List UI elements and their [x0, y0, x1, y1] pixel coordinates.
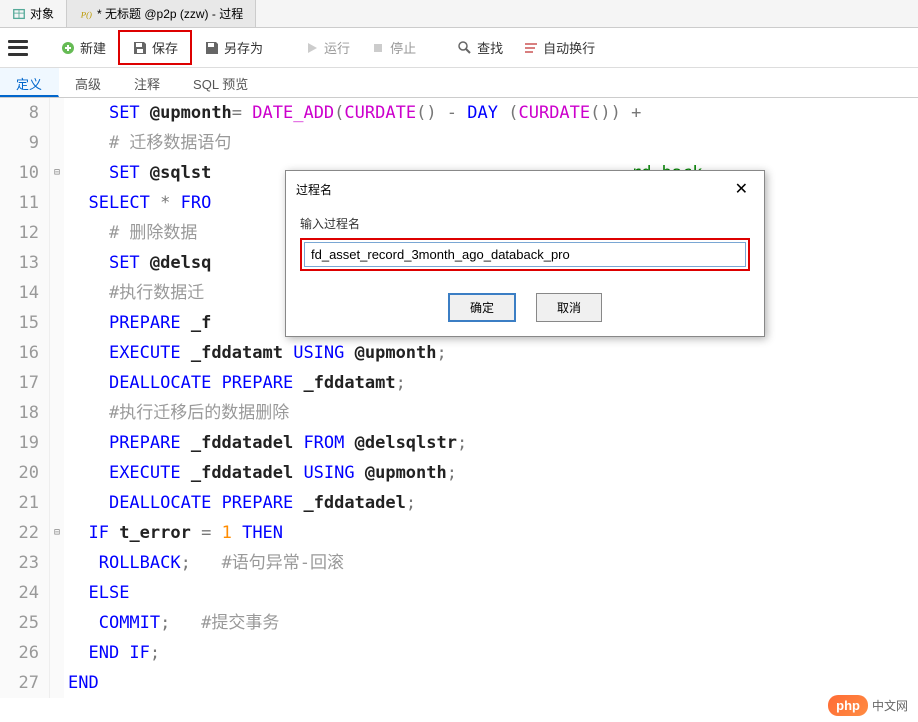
tab-label: * 无标题 @p2p (zzw) - 过程 — [97, 5, 243, 22]
search-icon — [457, 40, 473, 56]
wrap-icon — [523, 40, 539, 56]
tab-current[interactable]: P() * 无标题 @p2p (zzw) - 过程 — [67, 0, 256, 27]
procedure-name-input[interactable] — [304, 242, 746, 267]
new-button[interactable]: 新建 — [52, 34, 114, 61]
svg-text:P(): P() — [80, 9, 92, 19]
toolbar: 新建 保存 另存为 运行 停止 查找 自动换行 — [0, 28, 918, 68]
wrap-button[interactable]: 自动换行 — [515, 34, 603, 61]
new-label: 新建 — [80, 38, 106, 57]
subtab-advanced[interactable]: 高级 — [59, 68, 118, 97]
subtab-definition[interactable]: 定义 — [0, 68, 59, 97]
subtab-sql-preview[interactable]: SQL 预览 — [177, 68, 265, 97]
procedure-icon: P() — [79, 7, 93, 21]
save-label: 保存 — [152, 38, 178, 57]
watermark-text: 中文网 — [872, 697, 908, 714]
stop-button[interactable]: 停止 — [362, 34, 424, 61]
watermark-logo: php — [828, 695, 868, 716]
dialog-titlebar: 过程名 ✕ — [286, 171, 764, 207]
wrap-label: 自动换行 — [543, 38, 595, 57]
save-icon — [132, 40, 148, 56]
ok-button[interactable]: 确定 — [448, 293, 516, 322]
run-icon — [304, 40, 320, 56]
tab-objects[interactable]: 对象 — [0, 0, 67, 27]
new-icon — [60, 40, 76, 56]
fold-column: ⊟⊟ — [50, 98, 64, 698]
cancel-button[interactable]: 取消 — [536, 293, 602, 322]
separator — [436, 38, 437, 58]
save-as-button[interactable]: 另存为 — [196, 34, 271, 61]
save-button[interactable]: 保存 — [124, 34, 186, 61]
line-number-gutter: 89101112131415161718192021222324252627 — [0, 98, 50, 698]
stop-icon — [370, 40, 386, 56]
save-highlight-box: 保存 — [118, 30, 192, 65]
close-icon[interactable]: ✕ — [729, 179, 754, 199]
dialog-title-text: 过程名 — [296, 181, 332, 198]
sub-tab-bar: 定义 高级 注释 SQL 预览 — [0, 68, 918, 98]
save-as-label: 另存为 — [224, 38, 263, 57]
top-tab-bar: 对象 P() * 无标题 @p2p (zzw) - 过程 — [0, 0, 918, 28]
find-label: 查找 — [477, 38, 503, 57]
tab-label: 对象 — [30, 5, 54, 22]
dialog-buttons: 确定 取消 — [286, 283, 764, 336]
find-button[interactable]: 查找 — [449, 34, 511, 61]
run-label: 运行 — [324, 38, 350, 57]
table-icon — [12, 7, 26, 21]
dialog-label: 输入过程名 — [300, 215, 750, 232]
watermark: php 中文网 — [828, 695, 908, 716]
run-button[interactable]: 运行 — [296, 34, 358, 61]
stop-label: 停止 — [390, 38, 416, 57]
separator — [283, 38, 284, 58]
subtab-comment[interactable]: 注释 — [118, 68, 177, 97]
save-as-icon — [204, 40, 220, 56]
dialog-body: 输入过程名 — [286, 207, 764, 283]
input-highlight-box — [300, 238, 750, 271]
procedure-name-dialog: 过程名 ✕ 输入过程名 确定 取消 — [285, 170, 765, 337]
menu-icon[interactable] — [8, 40, 28, 56]
